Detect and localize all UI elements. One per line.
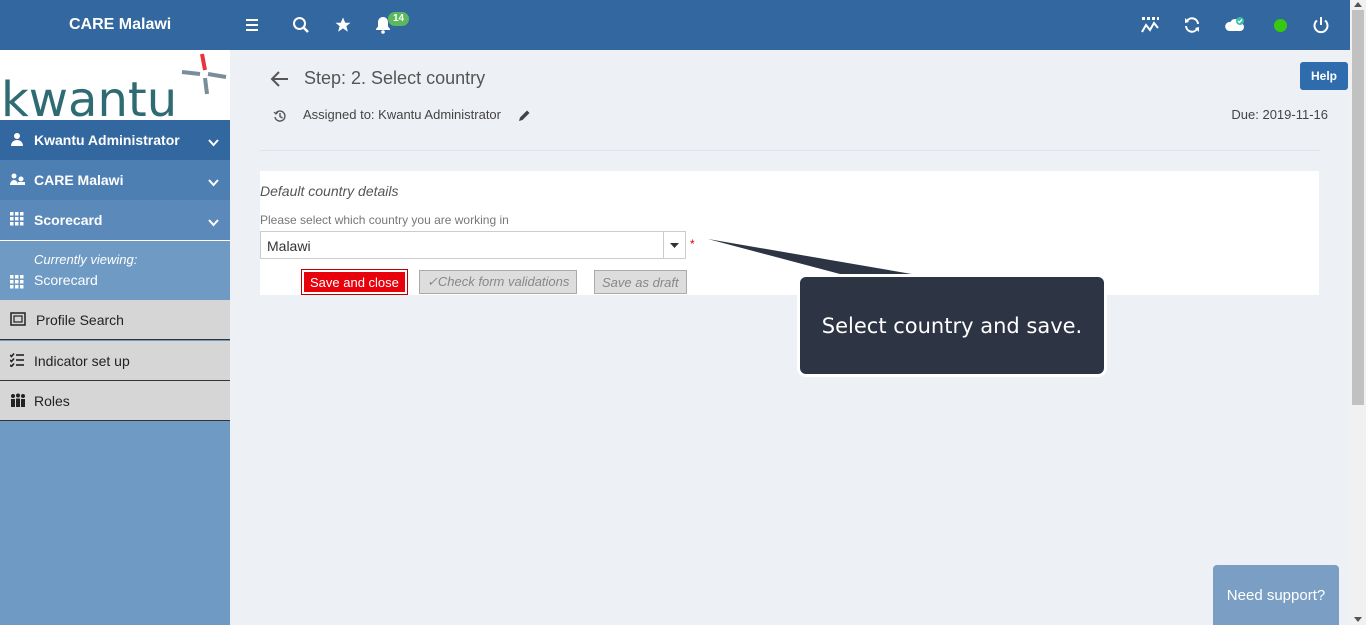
svg-text:kwantu: kwantu	[1, 72, 177, 120]
chevron-down-icon	[208, 214, 219, 230]
sidebar-item-label: Indicator set up	[34, 352, 130, 369]
caret-down-icon[interactable]	[663, 232, 685, 258]
assigned-to: Assigned to: Kwantu Administrator	[303, 107, 501, 122]
currently-viewing-label: Currently viewing:	[34, 252, 138, 267]
sidebar-item-app[interactable]: Scorecard	[0, 200, 230, 240]
sidebar-item-label: CARE Malawi	[34, 172, 124, 188]
chevron-down-icon	[208, 174, 219, 190]
star-icon[interactable]	[332, 14, 354, 36]
country-select-value: Malawi	[267, 238, 311, 254]
scrollbar[interactable]	[1350, 0, 1366, 625]
checklist-icon	[9, 352, 24, 370]
pencil-icon[interactable]	[518, 109, 531, 127]
app-title: CARE Malawi	[69, 16, 172, 33]
grid-icon	[10, 212, 24, 229]
guide-tooltip: Select country and save.	[797, 274, 1107, 377]
sidebar: kwantu Kwantu Administrator CARE Malawi …	[0, 50, 230, 625]
need-support-button[interactable]: Need support?	[1213, 565, 1339, 625]
sidebar-item-roles[interactable]: Roles	[0, 381, 230, 421]
sidebar-item-indicator-setup[interactable]: Indicator set up	[0, 341, 230, 381]
scroll-thumb[interactable]	[1352, 10, 1364, 405]
notification-badge: 14	[388, 12, 410, 26]
sidebar-item-org[interactable]: CARE Malawi	[0, 160, 230, 200]
save-as-draft-button[interactable]: Save as draft	[594, 270, 687, 294]
page-title: Step: 2. Select country	[304, 68, 486, 88]
power-icon[interactable]	[1310, 14, 1332, 36]
help-button[interactable]: Help	[1300, 62, 1348, 90]
grid-icon	[10, 275, 24, 294]
currently-viewing-value: Scorecard	[34, 272, 98, 288]
online-status-dot	[1274, 19, 1287, 32]
sidebar-item-label: Scorecard	[34, 212, 103, 228]
sidebar-item-user[interactable]: Kwantu Administrator	[0, 120, 230, 160]
history-icon	[273, 109, 287, 128]
kwantu-logo[interactable]: kwantu	[0, 50, 230, 120]
currently-viewing[interactable]: Currently viewing: Scorecard	[0, 241, 230, 300]
back-arrow-icon[interactable]	[270, 70, 290, 93]
top-bar: CARE Malawi 14	[0, 0, 1350, 50]
chart-icon[interactable]	[1139, 14, 1161, 36]
required-marker: *	[690, 237, 695, 251]
due-date: Due: 2019-11-16	[1231, 107, 1328, 122]
scroll-down-arrow[interactable]	[1354, 617, 1362, 622]
sidebar-item-label: Kwantu Administrator	[34, 132, 180, 148]
cloud-check-icon[interactable]	[1224, 14, 1246, 36]
sidebar-item-label: Profile Search	[36, 311, 124, 328]
divider	[260, 150, 1320, 151]
country-field-label: Please select which country you are work…	[260, 213, 509, 227]
country-select[interactable]: Malawi	[260, 231, 686, 259]
people-icon	[10, 393, 26, 410]
organisation-icon	[10, 172, 26, 189]
sidebar-item-label: Roles	[34, 392, 70, 409]
user-icon	[10, 132, 24, 149]
check-validations-button[interactable]: ✓Check form validations	[419, 270, 578, 294]
menu-icon[interactable]	[242, 14, 264, 36]
scroll-up-arrow[interactable]	[1354, 2, 1362, 7]
search-icon[interactable]	[290, 14, 312, 36]
save-and-close-button[interactable]: Save and close	[301, 269, 408, 295]
chevron-down-icon	[208, 134, 219, 150]
sync-icon[interactable]	[1181, 14, 1203, 36]
profile-search-icon	[10, 312, 26, 329]
sidebar-item-profile-search[interactable]: Profile Search	[0, 300, 230, 340]
section-title: Default country details	[260, 183, 399, 199]
